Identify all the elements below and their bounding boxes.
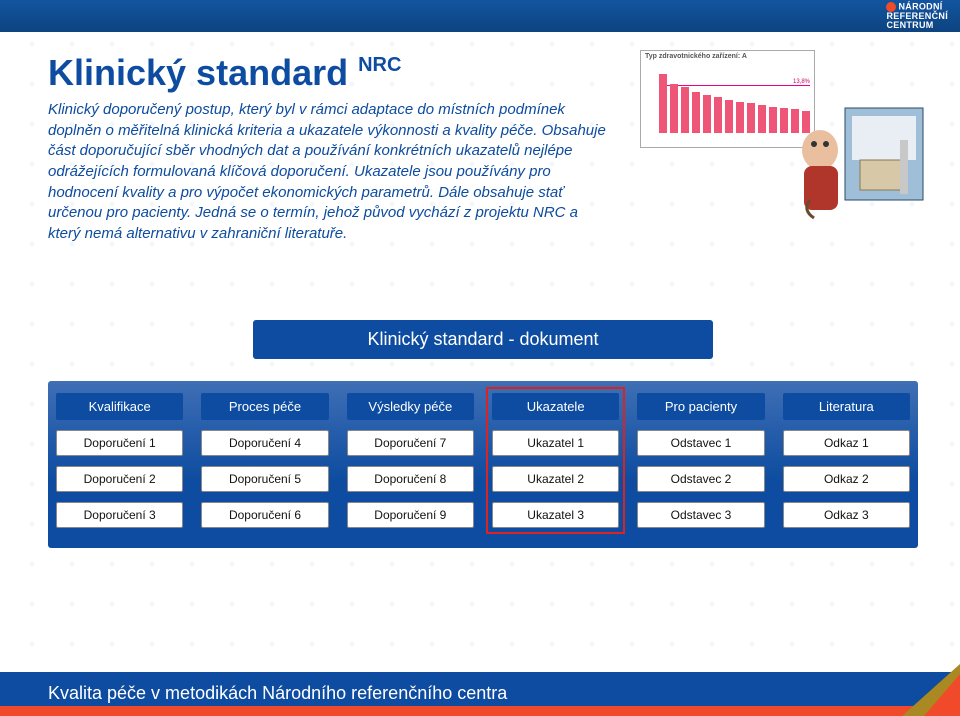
diagram-cell: Odkaz 1 xyxy=(783,430,910,456)
diagram-cell: Odstavec 2 xyxy=(637,466,764,492)
diagram-cell: Doporučení 9 xyxy=(347,502,474,528)
diagram: Klinický standard - dokument Kvalifikace… xyxy=(48,320,918,548)
diagram-cell: Doporučení 4 xyxy=(201,430,328,456)
mini-chart: Typ zdravotnického zařízení: A 13,8% xyxy=(640,50,815,148)
diagram-cell: Doporučení 2 xyxy=(56,466,183,492)
diagram-cell: Odstavec 1 xyxy=(637,430,764,456)
diagram-cell: Doporučení 6 xyxy=(201,502,328,528)
figure-group: Typ zdravotnického zařízení: A 13,8% xyxy=(640,50,930,220)
diagram-cell: Ukazatel 3 xyxy=(492,502,619,528)
footer: Kvalita péče v metodikách Národního refe… xyxy=(0,672,960,716)
diagram-cell: Doporučení 7 xyxy=(347,430,474,456)
diagram-column: Kvalifikace Doporučení 1 Doporučení 2 Dopor… xyxy=(56,393,183,528)
diagram-column: Proces péče Doporučení 4 Doporučení 5 Dopor… xyxy=(201,393,328,528)
column-header: Pro pacienty xyxy=(637,393,764,420)
diagram-cell: Doporučení 1 xyxy=(56,430,183,456)
column-header: Proces péče xyxy=(201,393,328,420)
chart-bars xyxy=(659,67,810,133)
page-title: Klinický standard xyxy=(48,52,348,94)
diagram-title: Klinický standard - dokument xyxy=(253,320,713,359)
column-header: Výsledky péče xyxy=(347,393,474,420)
column-header: Kvalifikace xyxy=(56,393,183,420)
diagram-column: Ukazatele Ukazatel 1 Ukazatel 2 Ukazatel 3 xyxy=(492,393,619,528)
body-text: Klinický doporučený postup, který byl v … xyxy=(48,100,608,245)
diagram-cell: Odstavec 3 xyxy=(637,502,764,528)
footer-text: Kvalita péče v metodikách Národního refe… xyxy=(48,683,507,704)
diagram-cell: Odkaz 3 xyxy=(783,502,910,528)
diagram-cell: Odkaz 2 xyxy=(783,466,910,492)
diagram-cell: Doporučení 8 xyxy=(347,466,474,492)
top-banner: NÁRODNÍ REFERENČNÍ CENTRUM xyxy=(0,0,960,32)
footer-ornament xyxy=(850,664,960,716)
logo: NÁRODNÍ REFERENČNÍ CENTRUM xyxy=(886,2,948,31)
diagram-cell: Ukazatel 1 xyxy=(492,430,619,456)
diagram-column: Literatura Odkaz 1 Odkaz 2 Odkaz 3 xyxy=(783,393,910,528)
diagram-cell: Ukazatel 2 xyxy=(492,466,619,492)
diagram-column: Pro pacienty Odstavec 1 Odstavec 2 Odstavec… xyxy=(637,393,764,528)
logo-line1: NÁRODNÍ xyxy=(898,1,942,11)
chart-title: Typ zdravotnického zařízení: A xyxy=(645,53,747,60)
illustration xyxy=(790,100,930,220)
title-superscript: NRC xyxy=(358,54,401,77)
column-header: Ukazatele xyxy=(492,393,619,420)
diagram-cell: Doporučení 3 xyxy=(56,502,183,528)
diagram-column: Výsledky péče Doporučení 7 Doporučení 8 Dop… xyxy=(347,393,474,528)
logo-line3: CENTRUM xyxy=(886,20,933,30)
column-header: Literatura xyxy=(783,393,910,420)
diagram-cell: Doporučení 5 xyxy=(201,466,328,492)
